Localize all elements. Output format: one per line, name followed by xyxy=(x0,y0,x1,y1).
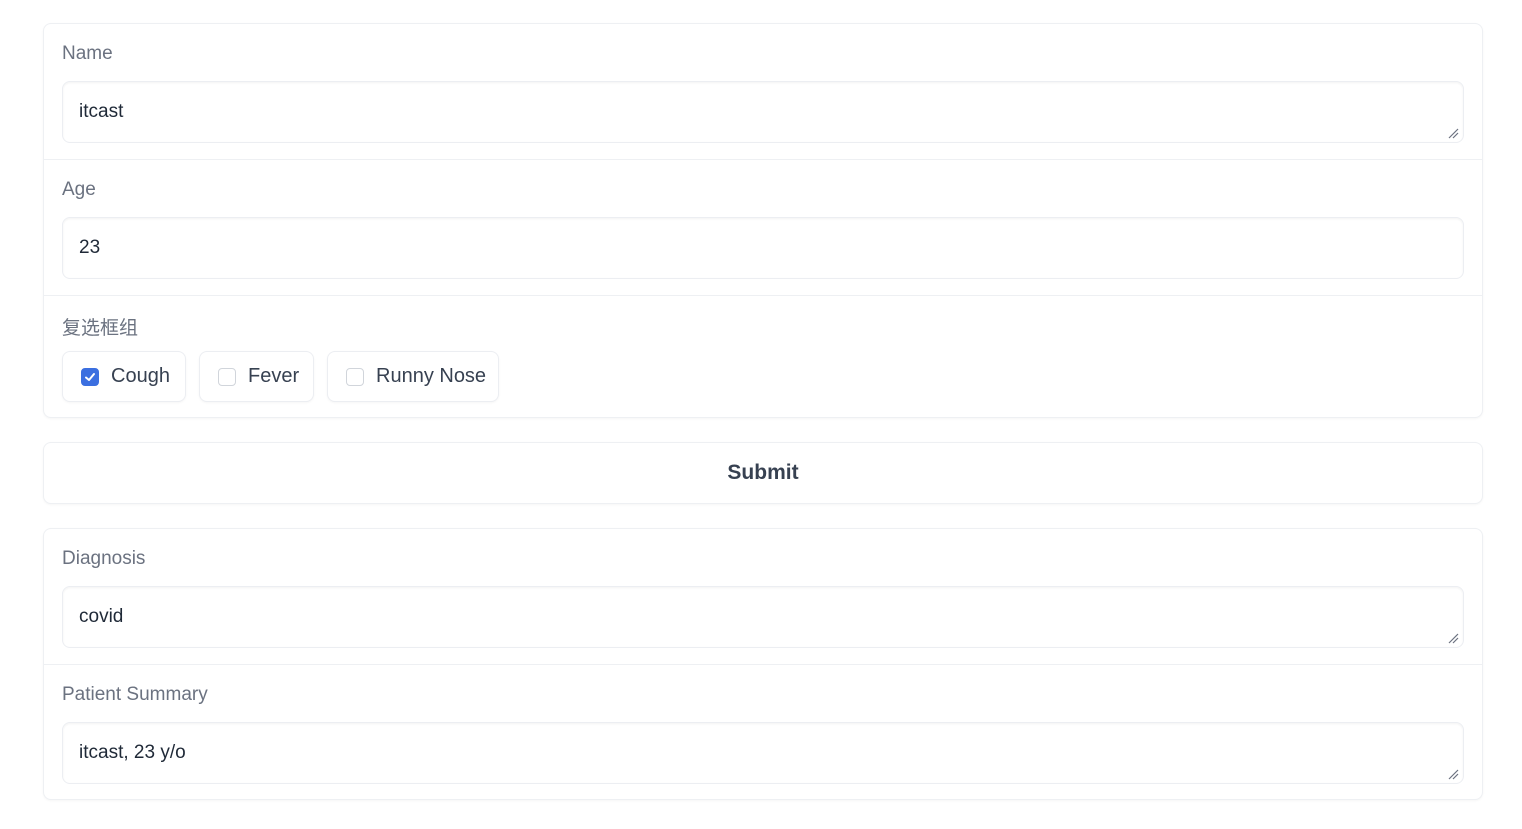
output-panel: Diagnosis covid Patient Summary itcast, … xyxy=(43,528,1483,800)
input-panel: Name itcast Age 23 复选框组 Cough Fever Runn… xyxy=(43,23,1483,418)
checkbox-fever[interactable]: Fever xyxy=(199,351,314,402)
summary-block: Patient Summary itcast, 23 y/o xyxy=(44,665,1482,799)
resize-handle-icon[interactable] xyxy=(1447,127,1459,139)
submit-button[interactable]: Submit xyxy=(43,442,1483,504)
checkbox-fever-label: Fever xyxy=(248,365,300,387)
diagnosis-label: Diagnosis xyxy=(62,548,146,569)
summary-label: Patient Summary xyxy=(62,684,208,705)
checkbox-cough[interactable]: Cough xyxy=(62,351,186,402)
checkbox-fever-box[interactable] xyxy=(218,367,236,386)
symptoms-label: 复选框组 xyxy=(62,318,139,339)
checkbox-runny-nose-box[interactable] xyxy=(346,367,364,386)
summary-field[interactable]: itcast, 23 y/o xyxy=(62,722,1464,784)
name-label: Name xyxy=(62,43,113,64)
name-field[interactable]: itcast xyxy=(62,81,1464,143)
diagnosis-field[interactable]: covid xyxy=(62,586,1464,648)
diagnosis-value[interactable]: covid xyxy=(79,606,123,627)
diagnosis-block: Diagnosis covid xyxy=(44,529,1482,665)
summary-value[interactable]: itcast, 23 y/o xyxy=(79,742,186,763)
checkbox-cough-box[interactable] xyxy=(81,367,99,386)
checkbox-runny-nose[interactable]: Runny Nose xyxy=(327,351,499,402)
resize-handle-icon[interactable] xyxy=(1447,632,1459,644)
age-label: Age xyxy=(62,179,96,200)
age-field[interactable]: 23 xyxy=(62,217,1464,279)
age-block: Age 23 xyxy=(44,160,1482,296)
age-value[interactable]: 23 xyxy=(79,237,100,258)
resize-handle-icon[interactable] xyxy=(1447,768,1459,780)
checkmark-icon xyxy=(85,372,95,381)
name-block: Name itcast xyxy=(44,24,1482,160)
name-value[interactable]: itcast xyxy=(79,101,123,122)
checkbox-cough-label: Cough xyxy=(111,365,170,387)
checkbox-runny-nose-label: Runny Nose xyxy=(376,365,487,387)
